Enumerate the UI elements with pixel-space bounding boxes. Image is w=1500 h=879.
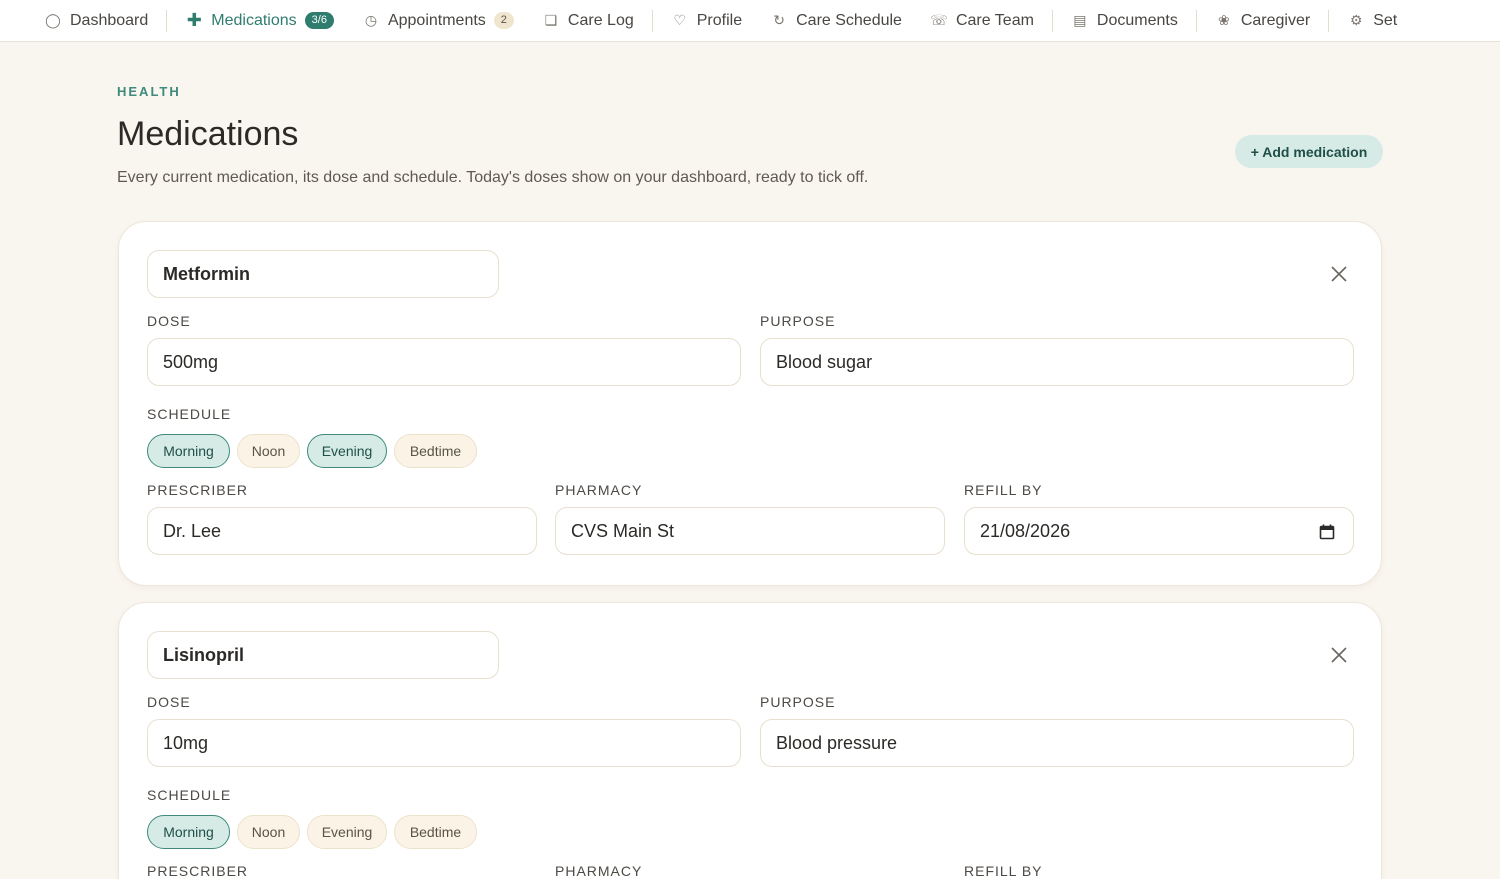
calendar-icon[interactable] bbox=[1319, 524, 1335, 540]
pharmacy-input[interactable] bbox=[555, 507, 945, 555]
section-eyebrow: HEALTH bbox=[117, 84, 181, 99]
nav-label: Profile bbox=[696, 11, 743, 29]
schedule-chip-noon[interactable]: Noon bbox=[237, 434, 300, 468]
medication-name-input[interactable] bbox=[147, 631, 499, 679]
heart-icon: ♡ bbox=[673, 12, 687, 28]
appointments-count-badge: 2 bbox=[493, 12, 514, 29]
circle-icon: ◯ bbox=[45, 12, 61, 28]
schedule-chip-bedtime[interactable]: Bedtime bbox=[394, 815, 477, 849]
page-subtitle: Every current medication, its dose and s… bbox=[117, 169, 869, 186]
purpose-input[interactable] bbox=[760, 338, 1354, 386]
pharmacy-label: PHARMACY bbox=[555, 482, 643, 498]
medication-card: DOSE PURPOSE SCHEDULE Morning Noon Eveni… bbox=[118, 221, 1382, 586]
medication-name-input[interactable] bbox=[147, 250, 499, 298]
document-icon: ▤ bbox=[1073, 12, 1087, 28]
medication-card: DOSE PURPOSE SCHEDULE Morning Noon Eveni… bbox=[118, 602, 1382, 879]
nav-label: Documents bbox=[1096, 11, 1178, 29]
nav-item-caregiver[interactable]: ❀ Caregiver bbox=[1201, 0, 1324, 41]
nav-divider bbox=[1051, 9, 1053, 32]
dose-input[interactable] bbox=[147, 719, 741, 767]
nav-item-profile[interactable]: ♡ Profile bbox=[657, 0, 756, 41]
nav-item-care-team[interactable]: ☏ Care Team bbox=[916, 0, 1048, 41]
nav-label: Care Log bbox=[567, 11, 634, 29]
dose-label: DOSE bbox=[147, 694, 191, 710]
flower-icon: ❀ bbox=[1217, 12, 1230, 28]
nav-item-settings[interactable]: ⚙ Set bbox=[1333, 0, 1411, 41]
nav-item-appointments[interactable]: ◷ Appointments 2 bbox=[348, 0, 528, 41]
refill-date-input[interactable] bbox=[964, 507, 1354, 555]
schedule-chip-bedtime[interactable]: Bedtime bbox=[394, 434, 477, 468]
nav-label: Medications bbox=[211, 11, 297, 29]
clock-icon: ◷ bbox=[364, 12, 378, 28]
page-title: Medications bbox=[117, 115, 299, 153]
nav-label: Appointments bbox=[387, 11, 486, 29]
plus-icon: ✚ bbox=[186, 10, 202, 30]
nav-label: Set bbox=[1373, 11, 1398, 29]
schedule-label: SCHEDULE bbox=[147, 406, 232, 422]
purpose-label: PURPOSE bbox=[760, 313, 836, 329]
nav-divider bbox=[651, 9, 653, 32]
nav-label: Dashboard bbox=[70, 11, 149, 29]
refill-by-label: REFILL BY bbox=[964, 863, 1043, 879]
prescriber-label: PRESCRIBER bbox=[147, 863, 249, 879]
prescriber-input[interactable] bbox=[147, 507, 537, 555]
refresh-icon: ↻ bbox=[773, 12, 785, 28]
close-icon[interactable] bbox=[1327, 643, 1351, 667]
nav-label: Caregiver bbox=[1240, 11, 1311, 29]
nav-label: Care Team bbox=[955, 11, 1034, 29]
dose-input[interactable] bbox=[147, 338, 741, 386]
add-medication-button[interactable]: + Add medication bbox=[1235, 135, 1383, 168]
pharmacy-label: PHARMACY bbox=[555, 863, 643, 879]
refill-by-label: REFILL BY bbox=[964, 482, 1043, 498]
gear-icon: ⚙ bbox=[1349, 12, 1363, 28]
nav-item-documents[interactable]: ▤ Documents bbox=[1057, 0, 1192, 41]
nav-item-care-schedule[interactable]: ↻ Care Schedule bbox=[756, 0, 916, 41]
top-nav: ◯ Dashboard ✚ Medications 3/6 ◷ Appointm… bbox=[0, 0, 1500, 42]
nav-divider bbox=[1195, 9, 1197, 32]
schedule-chip-evening[interactable]: Evening bbox=[307, 815, 387, 849]
medications-count-badge: 3/6 bbox=[304, 12, 334, 29]
nav-divider bbox=[166, 9, 168, 32]
schedule-chip-noon[interactable]: Noon bbox=[237, 815, 300, 849]
schedule-chip-evening[interactable]: Evening bbox=[307, 434, 387, 468]
dose-label: DOSE bbox=[147, 313, 191, 329]
schedule-label: SCHEDULE bbox=[147, 787, 232, 803]
nav-label: Care Schedule bbox=[796, 11, 902, 29]
schedule-chip-morning[interactable]: Morning bbox=[147, 434, 230, 468]
nav-item-dashboard[interactable]: ◯ Dashboard bbox=[44, 0, 162, 41]
purpose-label: PURPOSE bbox=[760, 694, 836, 710]
notebook-icon: ❏ bbox=[544, 12, 558, 28]
phone-icon: ☏ bbox=[930, 12, 948, 28]
purpose-input[interactable] bbox=[760, 719, 1354, 767]
nav-item-medications[interactable]: ✚ Medications 3/6 bbox=[171, 0, 348, 41]
schedule-chip-morning[interactable]: Morning bbox=[147, 815, 230, 849]
prescriber-label: PRESCRIBER bbox=[147, 482, 249, 498]
nav-item-care-log[interactable]: ❏ Care Log bbox=[528, 0, 648, 41]
close-icon[interactable] bbox=[1327, 262, 1351, 286]
nav-divider bbox=[1328, 9, 1330, 32]
